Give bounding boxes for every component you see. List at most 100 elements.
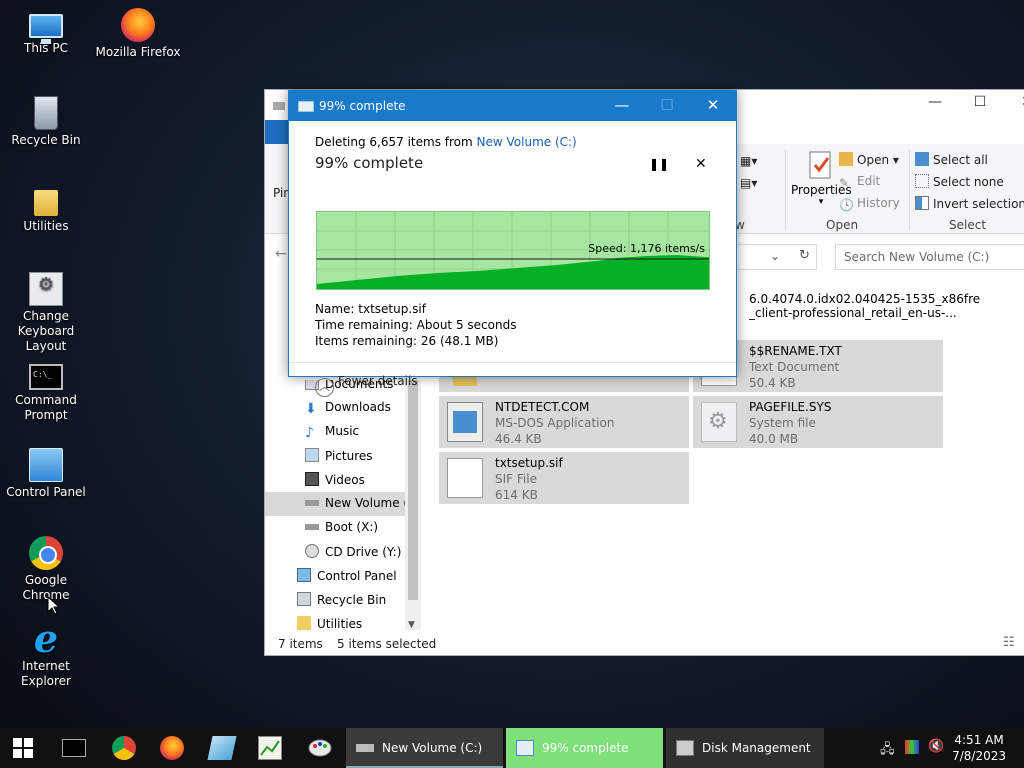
nav-item-new-volume[interactable]: New Volume (C:) (265, 492, 407, 516)
nav-item-utilities[interactable]: Utilities (265, 612, 407, 632)
chrome-icon[interactable] (112, 736, 136, 760)
edit-button[interactable]: ✎ Edit (839, 174, 880, 190)
close-button[interactable]: ✕ (690, 96, 736, 114)
volume-muted-icon[interactable]: 🔇 (928, 739, 944, 754)
firefox-icon (121, 8, 155, 42)
folder-icon (297, 616, 311, 630)
file-name: $$RENAME.TXT (749, 344, 842, 358)
notepad-icon[interactable] (207, 736, 237, 760)
taskbar-item-disk-management[interactable]: Disk Management (666, 728, 824, 768)
taskbar-item-new-volume[interactable]: New Volume (C:) (346, 728, 503, 768)
control-panel-icon (29, 448, 63, 482)
refresh-icon[interactable]: ↻ (799, 248, 810, 263)
nav-item-recycle-bin[interactable]: Recycle Bin (265, 588, 407, 612)
nav-scrollbar[interactable]: ▼ (405, 380, 421, 630)
nav-item-label: New Volume (C:) (325, 496, 407, 510)
progress-area (317, 255, 709, 289)
back-arrow-icon[interactable]: ← (275, 246, 287, 262)
desktop-icon-firefox[interactable]: Mozilla Firefox (92, 8, 184, 60)
firefox-icon[interactable] (160, 736, 184, 760)
scrollbar-thumb[interactable] (408, 380, 418, 600)
disk-management-icon (676, 740, 694, 756)
dialog-title-bar[interactable]: 99% complete — ☐ ✕ (289, 91, 736, 121)
drive-icon (305, 524, 319, 530)
file-type: MS-DOS Application (495, 416, 615, 430)
invert-selection-label: Invert selection (933, 197, 1024, 211)
close-button[interactable]: ✕ (1007, 94, 1024, 110)
items-remaining-label: Items remaining: (315, 334, 418, 348)
nav-item-pictures[interactable]: Pictures (265, 444, 407, 468)
desktop-icon-control-panel[interactable]: Control Panel (0, 448, 92, 500)
location-link[interactable]: New Volume (C:) (477, 135, 577, 149)
select-all-button[interactable]: Select all (915, 152, 988, 167)
properties-icon (809, 151, 831, 179)
command-prompt-icon[interactable] (62, 739, 86, 757)
desktop-icon-internet-explorer[interactable]: e Internet Explorer (0, 620, 92, 689)
ribbon-divider (909, 150, 910, 230)
maximize-button[interactable]: ☐ (960, 94, 1000, 110)
desktop-icon-google-chrome[interactable]: Google Chrome (0, 536, 92, 603)
recycle-bin-icon (34, 96, 58, 130)
cancel-button[interactable]: ✕ (695, 156, 707, 172)
edit-icon: ✎ (839, 176, 850, 190)
file-name: NTDETECT.COM (495, 400, 590, 414)
layout-icon[interactable]: ▦▾ (740, 154, 757, 168)
file-size: 614 KB (495, 488, 538, 502)
delete-progress-dialog[interactable]: 99% complete — ☐ ✕ Deleting 6,657 items … (288, 90, 737, 397)
network-icon[interactable]: 🖧 (880, 740, 895, 762)
navigation-pane: Documents ⬇ Downloads ♪ Music Pictures Vid… (265, 380, 407, 632)
fewer-details-button[interactable]: ︿ Fewer details (315, 374, 418, 397)
nav-item-downloads[interactable]: ⬇ Downloads (265, 396, 407, 420)
display-icon[interactable] (905, 740, 919, 754)
speed-label: Speed: 1,176 items/s (588, 242, 705, 255)
desktop-icon-recycle-bin[interactable]: Recycle Bin (0, 96, 92, 148)
desktop-icon-label: Utilities (23, 219, 69, 233)
time-remaining-value: About 5 seconds (416, 318, 517, 332)
file-type: System file (749, 416, 816, 430)
file-tile-txtsetup[interactable]: txtsetup.sif SIF File 614 KB (439, 452, 689, 504)
details-view-icon[interactable]: ☷ (1003, 635, 1015, 650)
file-tile-ntdetect[interactable]: NTDETECT.COM MS-DOS Application 46.4 KB (439, 396, 689, 448)
paint-icon[interactable] (308, 736, 332, 760)
file-item-idx02[interactable]: 6.0.4074.0.idx02.040425-1535_x86fre _cli… (749, 292, 1024, 320)
desktop-icon-change-keyboard-layout[interactable]: Change Keyboard Layout (0, 272, 92, 354)
desktop-icon-utilities[interactable]: Utilities (0, 184, 92, 234)
file-tile-pagefile[interactable]: PAGEFILE.SYS System file 40.0 MB (693, 396, 943, 448)
chevron-down-icon[interactable]: ▼ (408, 620, 415, 630)
nav-item-label: Utilities (317, 617, 363, 631)
open-icon (839, 152, 853, 166)
file-name: PAGEFILE.SYS (749, 400, 832, 414)
sort-icon[interactable]: ▤▾ (740, 176, 757, 190)
system-clock[interactable]: 4:51 AM 7/8/2023 (952, 732, 1006, 764)
nav-item-music[interactable]: ♪ Music (265, 420, 407, 444)
control-panel-icon (297, 568, 311, 582)
name-label: Name: (315, 302, 355, 316)
chart-editor-icon[interactable] (258, 736, 282, 760)
pause-button[interactable]: ❚❚ (649, 157, 669, 171)
select-none-button[interactable]: Select none (915, 174, 1004, 189)
start-button-windows-icon[interactable] (13, 738, 37, 762)
select-none-label: Select none (933, 175, 1004, 189)
minimize-button[interactable]: — (599, 96, 645, 114)
nav-item-cd-drive[interactable]: CD Drive (Y:) H (265, 540, 407, 564)
this-pc-icon (29, 14, 63, 44)
keyboard-settings-icon (29, 272, 63, 306)
chevron-down-icon[interactable]: ⌄ (770, 249, 780, 263)
minimize-button[interactable]: — (915, 94, 955, 110)
history-icon: 🕓 (839, 198, 854, 212)
taskbar-item-progress[interactable]: 99% complete (506, 728, 663, 768)
search-input[interactable]: Search New Volume (C:) (835, 244, 1024, 270)
invert-selection-button[interactable]: Invert selection (915, 196, 1024, 211)
music-note-icon: ♪ (305, 425, 314, 441)
desktop-icon-command-prompt[interactable]: Command Prompt (0, 360, 92, 423)
maximize-button[interactable]: ☐ (644, 96, 690, 114)
taskbar-item-label: New Volume (C:) (382, 741, 483, 755)
nav-item-videos[interactable]: Videos (265, 468, 407, 492)
details-list: Name: txtsetup.sif Time remaining: About… (315, 301, 516, 349)
nav-item-control-panel[interactable]: Control Panel (265, 564, 407, 588)
desktop-icon-this-pc[interactable]: This PC (0, 8, 92, 56)
history-button[interactable]: 🕓 History (839, 196, 900, 212)
name-row: Name: txtsetup.sif (315, 301, 516, 317)
open-button[interactable]: Open ▾ (839, 152, 899, 167)
nav-item-boot[interactable]: Boot (X:) (265, 516, 407, 540)
